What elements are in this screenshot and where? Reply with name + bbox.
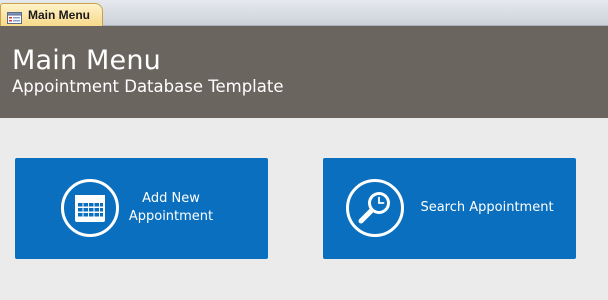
search-appointment-button[interactable]: Search Appointment bbox=[323, 158, 576, 259]
tab-label: Main Menu bbox=[28, 8, 90, 22]
page-header: Main Menu Appointment Database Template bbox=[0, 26, 608, 118]
page-subtitle: Appointment Database Template bbox=[12, 77, 284, 96]
tab-main-menu[interactable]: Main Menu bbox=[0, 3, 103, 26]
calendar-icon bbox=[60, 178, 120, 238]
add-new-appointment-button[interactable]: Add New Appointment bbox=[15, 158, 268, 259]
document-tab-strip: Main Menu bbox=[0, 0, 608, 26]
add-new-appointment-label: Add New Appointment bbox=[128, 191, 214, 224]
search-appointment-label: Search Appointment bbox=[420, 200, 554, 215]
page-title: Main Menu bbox=[12, 45, 161, 76]
search-clock-icon bbox=[345, 178, 405, 238]
form-icon bbox=[7, 9, 22, 24]
